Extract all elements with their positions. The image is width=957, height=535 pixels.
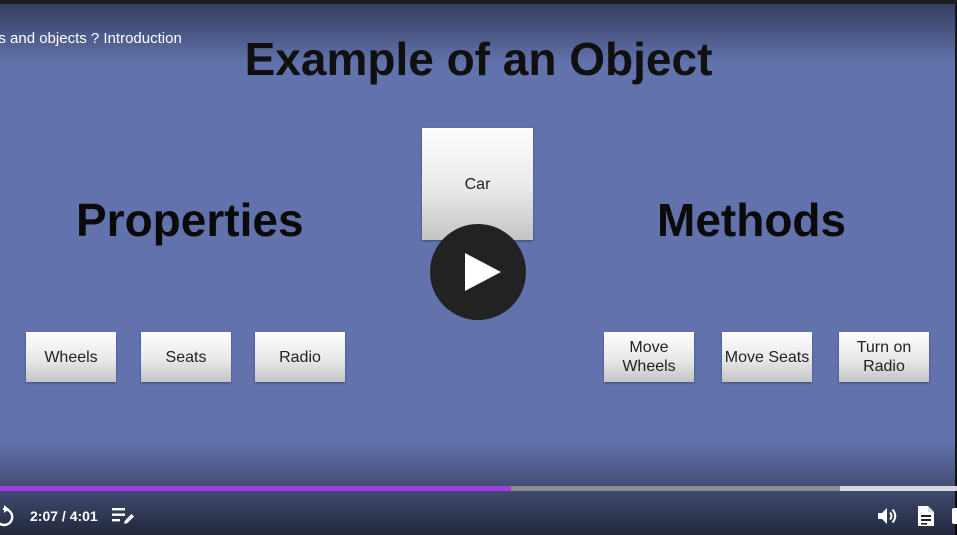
property-label: Seats: [165, 348, 207, 366]
method-box-move-seats: Move Seats: [722, 332, 812, 382]
property-label: Wheels: [44, 348, 98, 366]
method-box-turn-on-radio: Turn on Radio: [839, 332, 929, 382]
property-label: Radio: [279, 348, 321, 366]
method-label: Move Wheels: [622, 339, 676, 375]
time-display: 2:07 / 4:01: [30, 508, 98, 524]
method-label: Turn on Radio: [856, 339, 912, 375]
properties-heading: Properties: [76, 194, 304, 246]
method-label: Move Seats: [724, 348, 810, 366]
methods-heading: Methods: [657, 194, 847, 246]
slide-heading: Example of an Object: [244, 33, 713, 85]
video-player[interactable]: es and objects ? Introduction Example of…: [0, 0, 957, 535]
transcript-icon[interactable]: [916, 505, 936, 532]
progress-played: [0, 486, 511, 491]
method-box-move-wheels: Move Wheels: [604, 332, 694, 382]
property-box-wheels: Wheels: [26, 332, 116, 382]
playlist-edit-icon[interactable]: [111, 506, 135, 531]
volume-icon[interactable]: [876, 506, 900, 531]
replay-icon[interactable]: [0, 505, 14, 532]
play-button[interactable]: [430, 224, 526, 320]
progress-bar[interactable]: [0, 486, 957, 491]
fullscreen-icon[interactable]: [951, 506, 957, 531]
control-bar: 2:07 / 4:01: [0, 500, 957, 534]
property-box-seats: Seats: [141, 332, 231, 382]
property-box-radio: Radio: [255, 332, 345, 382]
car-label: Car: [464, 175, 491, 193]
play-icon: [465, 253, 501, 291]
progress-unbuffered: [840, 486, 957, 491]
